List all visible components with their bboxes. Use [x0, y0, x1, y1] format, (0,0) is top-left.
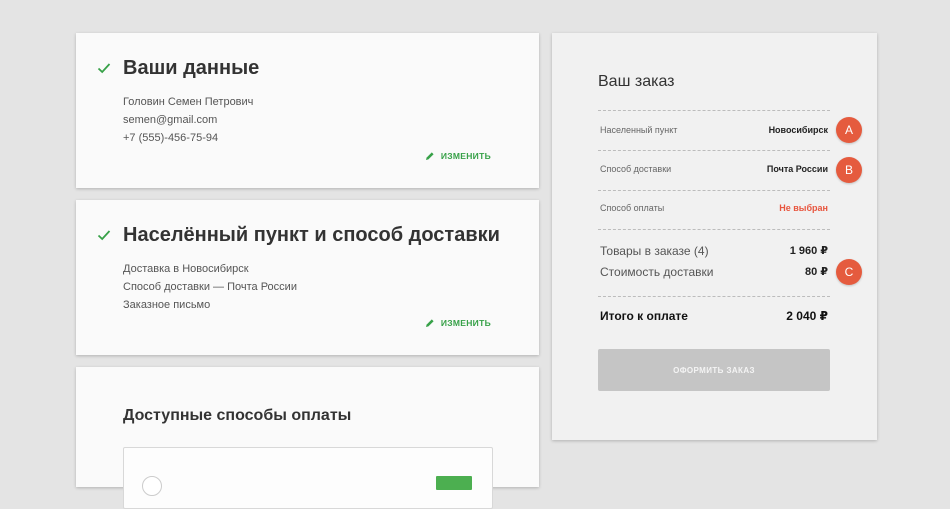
row-value: Не выбран	[779, 203, 828, 213]
annotation-badge-c: C	[836, 259, 862, 285]
goods-label: Товары в заказе (4)	[600, 244, 709, 258]
payment-badge	[436, 476, 472, 490]
row-label: Населенный пункт	[600, 125, 678, 135]
delivery-city: Доставка в Новосибирск	[123, 263, 249, 275]
row-value: Почта России	[766, 164, 828, 174]
edit-label: ИЗМЕНИТЬ	[440, 151, 491, 161]
order-row-city: Населенный пункт Новосибирск	[600, 121, 828, 139]
row-label: Способ доставки	[600, 164, 672, 174]
annotation-badge-b: B	[836, 157, 862, 183]
check-icon	[97, 63, 111, 74]
shipping-label: Стоимость доставки	[600, 265, 714, 279]
personal-data-card: Ваши данные Головин Семен Петрович semen…	[76, 33, 539, 188]
divider	[598, 150, 830, 151]
delivery-lines: Доставка в Новосибирск Способ доставки —…	[123, 260, 297, 314]
order-summary-card: Ваш заказ Населенный пункт Новосибирск С…	[552, 33, 877, 440]
pencil-icon	[425, 152, 434, 160]
personal-lines: Головин Семен Петрович semen@gmail.com +…	[123, 93, 253, 147]
delivery-card: Населённый пункт и способ доставки Доста…	[76, 200, 539, 355]
check-icon	[97, 230, 111, 241]
total-row: Итого к оплате 2 040 ₽	[600, 309, 828, 323]
edit-delivery-button[interactable]: ИЗМЕНИТЬ	[425, 318, 491, 328]
order-title: Ваш заказ	[598, 73, 675, 90]
divider	[598, 229, 830, 230]
row-value: Новосибирск	[768, 125, 828, 135]
payment-option[interactable]	[123, 447, 493, 509]
order-row-payment: Способ оплаты Не выбран	[600, 199, 828, 217]
divider	[598, 296, 830, 297]
edit-label: ИЗМЕНИТЬ	[440, 318, 491, 328]
delivery-type: Заказное письмо	[123, 299, 211, 311]
goods-row: Товары в заказе (4) 1 960 ₽	[600, 244, 828, 258]
goods-value: 1 960 ₽	[789, 245, 828, 257]
full-name: Головин Семен Петрович	[123, 96, 254, 108]
card-title: Доступные способы оплаты	[123, 407, 352, 424]
annotation-badge-a: A	[836, 117, 862, 143]
row-label: Способ оплаты	[600, 203, 665, 213]
radio-button[interactable]	[142, 476, 162, 496]
divider	[598, 110, 830, 111]
total-label: Итого к оплате	[600, 309, 688, 323]
card-title: Населённый пункт и способ доставки	[123, 224, 500, 246]
phone: +7 (555)-456-75-94	[123, 132, 219, 144]
submit-order-button[interactable]: ОФОРМИТЬ ЗАКАЗ	[598, 349, 830, 391]
divider	[598, 190, 830, 191]
shipping-value: 80 ₽	[805, 266, 828, 278]
shipping-row: Стоимость доставки 80 ₽	[600, 265, 828, 279]
email: semen@gmail.com	[123, 114, 218, 126]
card-title: Ваши данные	[123, 57, 260, 79]
payment-methods-card: Доступные способы оплаты	[76, 367, 539, 509]
total-value: 2 040 ₽	[786, 309, 828, 323]
pencil-icon	[425, 319, 434, 327]
order-row-delivery: Способ доставки Почта России	[600, 160, 828, 178]
delivery-method: Способ доставки — Почта России	[123, 281, 297, 293]
edit-personal-button[interactable]: ИЗМЕНИТЬ	[425, 151, 491, 161]
